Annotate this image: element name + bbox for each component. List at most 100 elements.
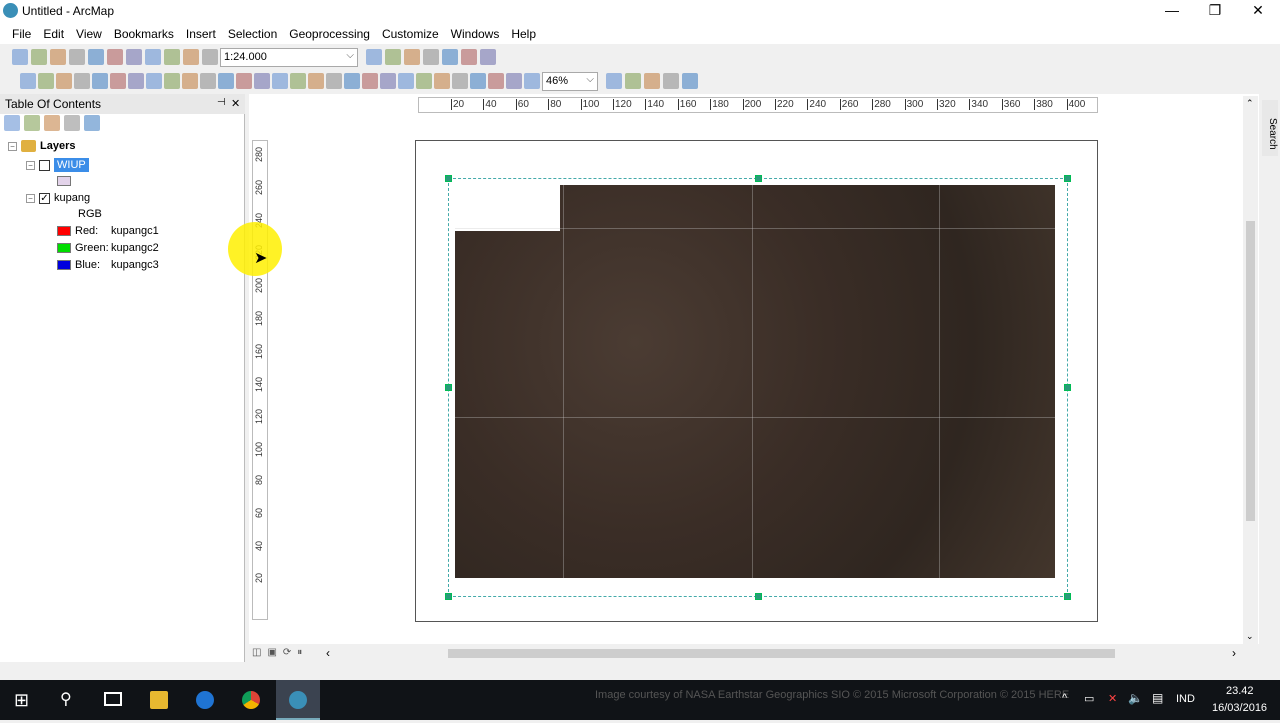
network-icon[interactable]: ✕ [1108,692,1117,705]
menu-selection[interactable]: Selection [222,22,283,44]
list-by-selection-icon[interactable] [64,115,80,131]
layout-zoom-out-icon[interactable] [398,73,414,89]
python-icon[interactable] [461,49,477,65]
clear-selection-icon[interactable] [182,73,198,89]
new-document-icon[interactable] [12,49,28,65]
horizontal-scrollbar[interactable]: ‹ › [320,646,1245,661]
redo-icon[interactable] [183,49,199,65]
action-center-icon[interactable]: ▤ [1152,691,1163,705]
kupang-layer-name[interactable]: kupang [54,192,90,204]
layout-pan-icon[interactable] [416,73,432,89]
menu-windows[interactable]: Windows [445,22,506,44]
list-by-source-icon[interactable] [24,115,40,131]
table-of-contents-icon[interactable] [385,49,401,65]
arcmap-taskbar-button[interactable] [276,680,320,720]
resize-handle[interactable] [445,384,452,391]
layers-root[interactable]: − Layers [8,140,75,152]
data-frame-selection[interactable] [445,175,1071,600]
layer-wiup[interactable]: − WIUP [26,158,89,172]
copy-icon[interactable] [107,49,123,65]
layout-fixed-zoom-in-icon[interactable] [470,73,486,89]
zoom-whole-page-icon[interactable] [434,73,450,89]
list-by-drawing-order-icon[interactable] [4,115,20,131]
layout-view-button[interactable]: ▣ [267,647,276,658]
delete-icon[interactable] [145,49,161,65]
cut-icon[interactable] [88,49,104,65]
minimize-button[interactable]: — [1152,0,1192,22]
resize-handle[interactable] [755,593,762,600]
resize-handle[interactable] [445,593,452,600]
pin-icon[interactable]: ⊣ [217,97,226,108]
print-icon[interactable] [69,49,85,65]
file-explorer-icon[interactable] [150,691,168,709]
band-green[interactable]: Green: kupangc2 [57,242,159,254]
paste-icon[interactable] [126,49,142,65]
resize-handle[interactable] [755,175,762,182]
search-icon[interactable]: ⚲ [60,689,72,709]
select-elements-icon[interactable] [200,73,216,89]
wiup-layer-name[interactable]: WIUP [54,158,89,172]
input-language[interactable]: IND [1176,693,1195,705]
show-hidden-icons[interactable]: ^ [1062,692,1067,704]
layout-fixed-zoom-out-icon[interactable] [488,73,504,89]
vertical-scrollbar[interactable]: ⌃ ⌄ [1243,96,1258,644]
add-data-icon[interactable] [202,49,218,65]
find-icon[interactable] [290,73,306,89]
pause-drawing-button[interactable]: ⏸ [297,647,302,658]
model-builder-icon[interactable] [480,49,496,65]
resize-handle[interactable] [1064,593,1071,600]
save-icon[interactable] [50,49,66,65]
kupang-visibility-checkbox[interactable]: ✓ [39,192,50,204]
chrome-icon[interactable] [242,691,260,709]
maximize-button[interactable]: ❐ [1195,0,1235,22]
band-blue[interactable]: Blue: kupangc3 [57,259,159,271]
zoom-in-icon[interactable] [20,73,36,89]
layout-zoom-in-icon[interactable] [380,73,396,89]
vertical-scroll-thumb[interactable] [1246,221,1255,521]
data-view-button[interactable]: ◫ [252,647,261,658]
search-window-icon[interactable] [423,49,439,65]
toggle-draft-mode-icon[interactable] [606,73,622,89]
zoom-100-icon[interactable] [452,73,468,89]
clock-date[interactable]: 16/03/2016 [1212,702,1267,714]
layout-zoom-combo[interactable]: 46% ⌵ [542,71,598,91]
html-popup-icon[interactable] [254,73,270,89]
fixed-zoom-in-icon[interactable] [92,73,108,89]
horizontal-scroll-thumb[interactable] [448,649,1115,658]
clock-time[interactable]: 23.42 [1226,685,1254,697]
close-button[interactable]: ✕ [1238,0,1278,22]
full-extent-icon[interactable] [74,73,90,89]
data-driven-pages-icon[interactable] [663,73,679,89]
menu-help[interactable]: Help [505,22,542,44]
go-to-xy-icon[interactable] [326,73,342,89]
swipe-icon[interactable] [362,73,378,89]
menu-file[interactable]: File [6,22,37,44]
wiup-visibility-checkbox[interactable] [39,159,50,171]
change-layout-icon[interactable] [644,73,660,89]
task-view-icon[interactable] [104,692,122,706]
fixed-zoom-out-icon[interactable] [110,73,126,89]
zoom-out-icon[interactable] [38,73,54,89]
band-red[interactable]: Red: kupangc1 [57,225,159,237]
open-folder-icon[interactable] [31,49,47,65]
back-icon[interactable] [128,73,144,89]
edge-icon[interactable] [196,691,214,709]
lock-icon[interactable] [682,73,698,89]
forward-icon[interactable] [146,73,162,89]
layer-kupang[interactable]: − ✓ kupang [26,192,90,204]
focus-data-frame-icon[interactable] [625,73,641,89]
menu-edit[interactable]: Edit [37,22,70,44]
resize-handle[interactable] [1064,384,1071,391]
menu-customize[interactable]: Customize [376,22,445,44]
map-scale-combo[interactable]: 1:24.000 ⌵ [220,47,358,67]
menu-bookmarks[interactable]: Bookmarks [108,22,180,44]
menu-insert[interactable]: Insert [180,22,222,44]
arctoolbox-icon[interactable] [442,49,458,65]
editor-icon[interactable] [366,49,382,65]
volume-icon[interactable]: 🔈 [1128,691,1143,705]
windows-start-icon[interactable]: ⊞ [14,690,29,711]
resize-handle[interactable] [1064,175,1071,182]
menu-geoprocessing[interactable]: Geoprocessing [283,22,376,44]
route-icon[interactable] [308,73,324,89]
layout-back-icon[interactable] [506,73,522,89]
